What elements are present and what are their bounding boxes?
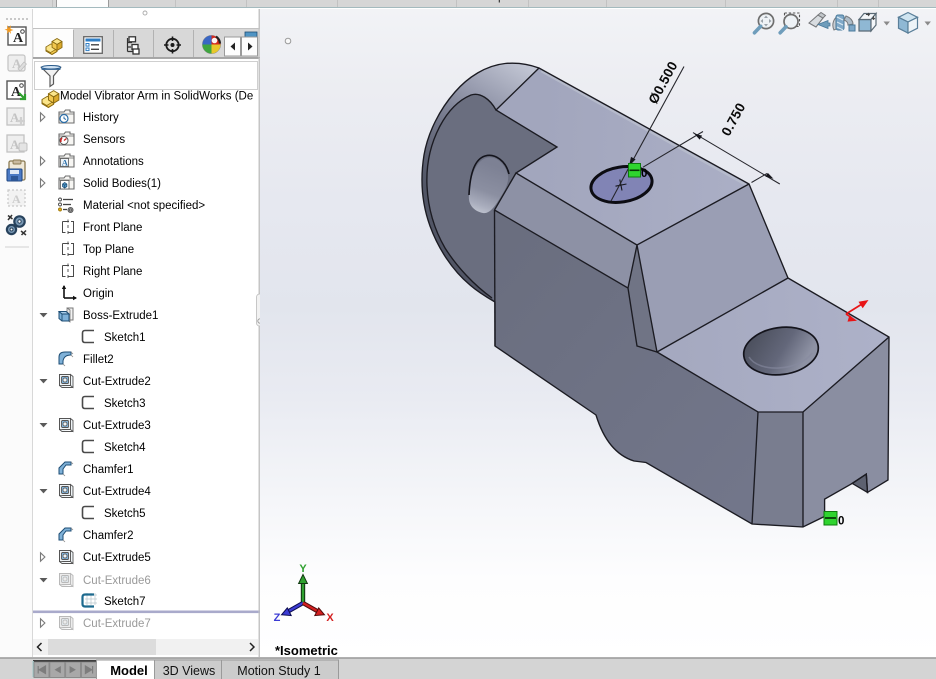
svg-text:Cut-Extrude5: Cut-Extrude5 [83,552,151,564]
svg-text:Origin: Origin [83,288,114,300]
svg-text:A: A [10,110,20,125]
svg-text:Y: Y [299,563,307,575]
svg-text:*Isometric: *Isometric [275,643,338,657]
svg-text:Sketch4: Sketch4 [104,442,146,454]
svg-text:Sketch1: Sketch1 [104,332,146,344]
svg-text:Cut-Extrude6: Cut-Extrude6 [83,575,151,587]
svg-text:Sketch7: Sketch7 [104,596,146,608]
svg-text:Sketch3: Sketch3 [104,398,146,410]
svg-text:Model Vibrator Arm in SolidWor: Model Vibrator Arm in SolidWorks (De [60,91,253,103]
svg-text:Cut-Extrude4: Cut-Extrude4 [83,486,151,498]
svg-text:History: History [83,112,119,124]
svg-text:A: A [62,158,69,168]
svg-text:Top Plane: Top Plane [83,244,134,256]
svg-text:X: X [326,612,334,624]
svg-text:Z: Z [274,612,281,624]
svg-text:Sensors: Sensors [83,134,125,146]
svg-text:Motion Study 1: Motion Study 1 [237,664,320,678]
svg-text:0.750: 0.750 [718,100,748,138]
svg-text:Model: Model [110,663,148,678]
svg-text:Annotations: Annotations [83,156,144,168]
svg-text:Material <not specified>: Material <not specified> [83,200,205,212]
svg-text:Boss-Extrude1: Boss-Extrude1 [83,310,158,322]
svg-text:Chamfer2: Chamfer2 [83,530,134,542]
svg-text:Chamfer1: Chamfer1 [83,464,134,476]
svg-text:A: A [12,192,21,206]
svg-text:Cut-Extrude2: Cut-Extrude2 [83,376,151,388]
svg-text:Cut-Extrude3: Cut-Extrude3 [83,420,151,432]
svg-text:Right Plane: Right Plane [83,266,142,278]
svg-text:Cut-Extrude7: Cut-Extrude7 [83,618,151,630]
svg-text:0: 0 [641,168,647,180]
svg-text:Fillet2: Fillet2 [83,354,114,366]
svg-text:Solid Bodies(1): Solid Bodies(1) [83,178,161,190]
svg-text:0: 0 [838,516,844,528]
svg-text:Sketch5: Sketch5 [104,508,146,520]
svg-text:3D Views: 3D Views [163,664,216,678]
svg-text:Front Plane: Front Plane [83,222,142,234]
